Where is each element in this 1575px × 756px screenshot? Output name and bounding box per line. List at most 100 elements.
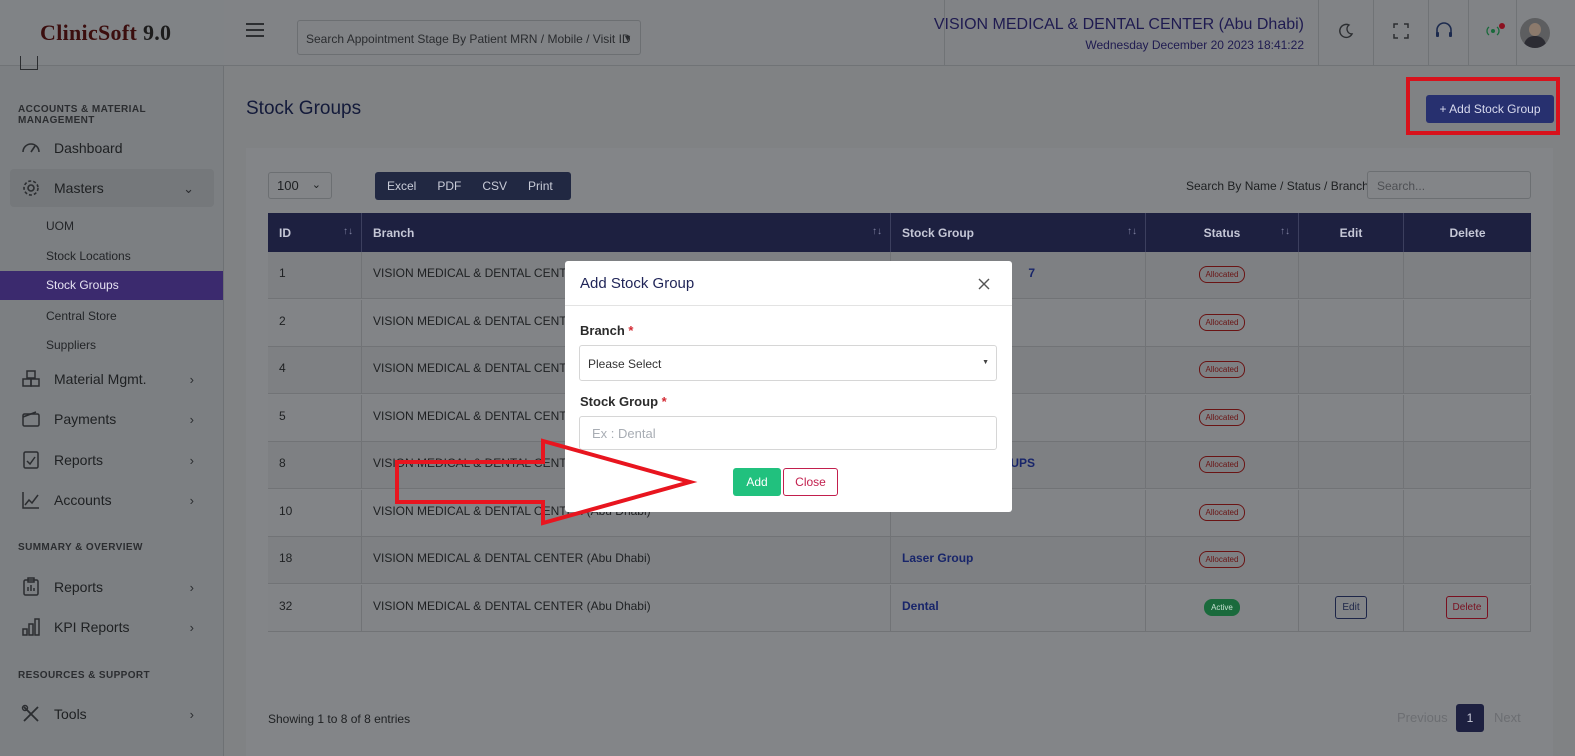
sidebar-item-reports-summary[interactable]: Reports › — [10, 568, 214, 606]
chevron-down-icon: ⌄ — [311, 179, 321, 191]
cell-status: Active — [1146, 584, 1299, 632]
pagination-page-1[interactable]: 1 — [1456, 704, 1484, 732]
cell-status: Allocated — [1146, 394, 1299, 442]
cell-id: 4 — [268, 347, 362, 394]
sort-icon: ↑↓ — [343, 226, 353, 237]
cell-status: Allocated — [1146, 442, 1299, 489]
pagination-previous[interactable]: Previous — [1397, 710, 1448, 725]
sidebar-item-kpi[interactable]: KPI Reports › — [10, 608, 214, 646]
close-icon[interactable] — [976, 276, 992, 292]
cell-delete — [1404, 442, 1531, 489]
table-search-input[interactable]: Search... — [1367, 171, 1531, 199]
page-title: Stock Groups — [246, 98, 362, 119]
top-header: Search Appointment Stage By Patient MRN … — [224, 0, 1575, 66]
status-badge: Allocated — [1198, 266, 1246, 283]
branch-label: Branch * — [580, 323, 634, 338]
sidebar-item-masters[interactable]: Masters ⌄ — [10, 169, 214, 207]
cell-delete — [1404, 537, 1531, 584]
cell-stock-group[interactable]: Dental — [891, 584, 1146, 632]
chevron-right-icon: › — [189, 580, 194, 595]
notification-dot — [1499, 23, 1505, 29]
fullscreen-icon — [1393, 22, 1409, 44]
cell-delete — [1404, 299, 1531, 347]
cell-edit — [1299, 394, 1404, 442]
status-badge: Allocated — [1198, 503, 1246, 521]
wallet-icon — [20, 408, 42, 430]
headset-icon — [1434, 21, 1454, 46]
sidebar-item-material[interactable]: Material Mgmt. › — [10, 360, 214, 398]
table-row: 18 VISION MEDICAL & DENTAL CENTER (Abu Dh… — [268, 537, 1531, 584]
sidebar-item-label: KPI Reports — [54, 619, 130, 635]
cell-stock-group[interactable]: Laser Group — [891, 537, 1146, 584]
cubes-icon — [20, 368, 42, 390]
chevron-right-icon: › — [189, 372, 194, 387]
sidebar-subitem-stock-locations[interactable]: Stock Locations — [46, 249, 131, 263]
export-excel-button[interactable]: Excel — [387, 179, 416, 193]
notifications-button[interactable] — [1469, 0, 1517, 66]
clipboard-icon — [20, 576, 42, 598]
export-csv-button[interactable]: CSV — [482, 179, 507, 193]
sidebar-item-reports[interactable]: Reports › — [10, 441, 214, 479]
cell-status: Allocated — [1146, 299, 1299, 347]
delete-button[interactable]: Delete — [1445, 595, 1489, 619]
sidebar-subitem-stock-groups[interactable]: Stock Groups — [0, 271, 223, 300]
sidebar-subitem-central-store[interactable]: Central Store — [46, 309, 117, 323]
cell-status: Allocated — [1146, 537, 1299, 584]
clinic-info: VISION MEDICAL & DENTAL CENTER (Abu Dhab… — [934, 0, 1319, 66]
cell-delete — [1404, 394, 1531, 442]
stock-group-input[interactable]: Ex : Dental — [579, 416, 997, 450]
pagination-next[interactable]: Next — [1494, 710, 1521, 725]
branch-select-value: Please Select — [588, 357, 662, 371]
sidebar-subitem-suppliers[interactable]: Suppliers — [46, 338, 96, 352]
sidebar-item-payments[interactable]: Payments › — [10, 400, 214, 438]
sidebar-subitem-label: Stock Groups — [46, 278, 119, 292]
column-header-status[interactable]: Status ↑↓ — [1146, 213, 1299, 252]
sidebar-section-summary: SUMMARY & OVERVIEW — [18, 542, 143, 553]
table-search-label: Search By Name / Status / Branch — [1186, 179, 1369, 193]
cell-id: 18 — [268, 537, 362, 584]
sidebar-section-resources: RESOURCES & SUPPORT — [18, 670, 151, 681]
status-badge: Allocated — [1198, 408, 1246, 426]
hamburger-menu-icon[interactable] — [246, 23, 264, 41]
sidebar-item-dashboard[interactable]: Dashboard — [10, 129, 214, 167]
tools-icon — [20, 703, 42, 725]
column-header-id[interactable]: ID ↑↓ — [268, 213, 362, 252]
add-button[interactable]: Add — [733, 468, 781, 496]
dark-mode-toggle[interactable] — [1319, 0, 1374, 66]
sort-icon: ↑↓ — [872, 226, 882, 237]
annotation-highlight-box — [1406, 77, 1560, 135]
dashboard-icon — [20, 137, 42, 159]
cell-delete: Delete — [1404, 584, 1531, 632]
chevron-right-icon: › — [189, 620, 194, 635]
sidebar-subitem-uom[interactable]: UOM — [46, 219, 74, 233]
support-button[interactable] — [1419, 0, 1469, 66]
status-badge: Allocated — [1198, 361, 1246, 378]
edit-button[interactable]: Edit — [1335, 595, 1367, 619]
collapsed-icon — [20, 56, 38, 70]
chevron-right-icon: › — [189, 412, 194, 427]
sidebar: ClinicSoft 9.0 ACCOUNTS & MATERIAL MANAG… — [0, 0, 224, 756]
bar-chart-icon — [20, 616, 42, 638]
column-header-branch[interactable]: Branch ↑↓ — [362, 213, 891, 252]
user-avatar[interactable] — [1520, 18, 1550, 48]
cell-delete — [1404, 347, 1531, 394]
appointment-search-select[interactable]: Search Appointment Stage By Patient MRN … — [297, 20, 641, 55]
page-length-value: 100 — [277, 178, 299, 193]
page-length-select[interactable]: 100 ⌄ — [268, 172, 332, 199]
sidebar-item-label: Reports — [54, 452, 104, 468]
status-badge: Allocated — [1198, 551, 1246, 568]
print-button[interactable]: Print — [528, 179, 553, 193]
modal-divider — [565, 305, 1012, 306]
sidebar-item-tools[interactable]: Tools › — [10, 695, 214, 733]
cell-edit — [1299, 299, 1404, 347]
table-header: ID ↑↓ Branch ↑↓ Stock Group ↑↓ Status ↑↓ Edi… — [268, 213, 1531, 252]
table-row: 32 VISION MEDICAL & DENTAL CENTER (Abu Dh… — [268, 584, 1531, 632]
moon-icon — [1338, 23, 1354, 44]
branch-select[interactable]: Please Select ▼ — [579, 345, 997, 381]
sidebar-item-accounts[interactable]: Accounts › — [10, 481, 214, 519]
export-pdf-button[interactable]: PDF — [437, 179, 461, 193]
close-button[interactable]: Close — [783, 468, 838, 496]
sidebar-item-label: Dashboard — [54, 140, 123, 156]
caret-down-icon: ▼ — [982, 359, 989, 366]
column-header-stock-group[interactable]: Stock Group ↑↓ — [891, 213, 1146, 252]
